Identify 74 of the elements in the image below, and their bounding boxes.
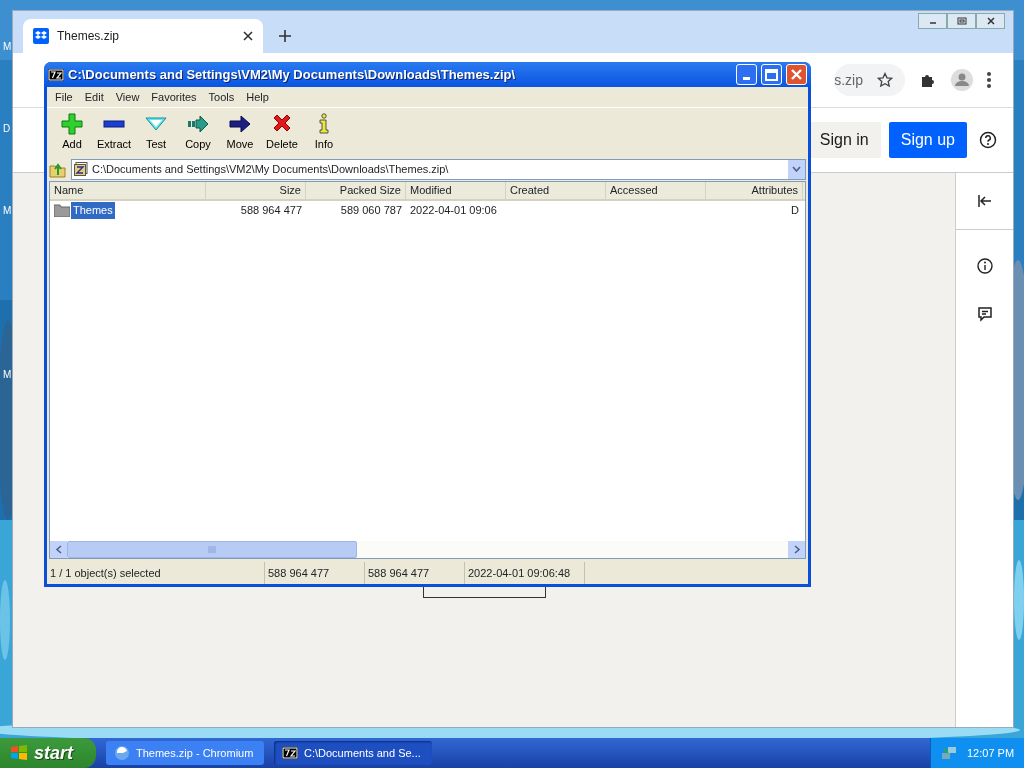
address-bar[interactable]: s.zip: [834, 64, 905, 96]
table-cell-text: 2022-04-01 09:06: [410, 203, 497, 219]
plus-icon: [61, 112, 83, 135]
menu-item[interactable]: Help: [240, 88, 275, 106]
desktop-icon-label: M: [3, 368, 12, 382]
swirl-icon: [114, 745, 130, 761]
column-header[interactable]: Accessed: [606, 182, 706, 199]
toolbar-button[interactable]: Add: [51, 112, 93, 153]
taskbar-button[interactable]: C:\Documents and Se...: [274, 741, 432, 765]
status-text: 2022-04-01 09:06:48: [468, 565, 571, 581]
column-header[interactable]: Packed Size: [306, 182, 406, 199]
restore-icon: [954, 16, 969, 26]
collapse-icon[interactable]: [976, 193, 993, 209]
desktop-icon-label: M: [3, 204, 12, 218]
box-logo-icon: [33, 28, 49, 44]
toolbar-button[interactable]: Delete: [261, 112, 303, 153]
column-header[interactable]: Attributes: [706, 182, 803, 199]
scrollbar[interactable]: [50, 541, 805, 558]
status-text: 588 964 477: [368, 565, 430, 581]
folder-icon: [54, 204, 70, 217]
column-header[interactable]: Size: [206, 182, 306, 199]
close-icon[interactable]: [243, 31, 253, 41]
dropdown-button[interactable]: [788, 159, 805, 179]
taskbar-button[interactable]: Themes.zip - Chromium: [106, 741, 264, 765]
table-cell-text: 588 964 477: [240, 203, 302, 219]
comment-icon[interactable]: [976, 306, 993, 322]
window-title: C:\Documents and Settings\VM2\My Documents\Downloads\Themes.zip\: [68, 65, 517, 84]
maximize-button[interactable]: [761, 64, 782, 85]
path-field[interactable]: C:\Documents and Settings\VM2\My Documents\Downloads\Themes.zip\: [71, 158, 806, 180]
help-icon[interactable]: [979, 131, 997, 149]
windows-flag-icon: [10, 744, 28, 762]
clock: 12:07 PM: [967, 745, 1015, 761]
status-text: 1 / 1 object(s) selected: [50, 565, 161, 581]
toolbar-button[interactable]: Extract: [93, 112, 135, 153]
toolbar-button[interactable]: Copy: [177, 112, 219, 153]
start-button[interactable]: start: [0, 738, 96, 768]
column-header[interactable]: Modified: [406, 182, 506, 199]
menu-item[interactable]: Tools: [202, 88, 241, 106]
menu-icon[interactable]: [987, 71, 991, 89]
toolbar-button[interactable]: Info: [303, 112, 345, 153]
desktop-icon-label: D: [3, 122, 11, 136]
table-cell-text: 589 060 787: [340, 203, 402, 219]
status-text: 588 964 477: [268, 565, 330, 581]
file-name[interactable]: Themes: [71, 202, 115, 219]
column-header[interactable]: Created: [506, 182, 606, 199]
app-icon: [48, 68, 64, 81]
tab-title: Themes.zip: [57, 28, 121, 45]
column-header[interactable]: Name: [50, 182, 206, 199]
path-text: C:\Documents and Settings\VM2\My Documents\Downloads\Themes.zip\: [92, 161, 449, 177]
browser-tab[interactable]: Themes.zip: [23, 19, 263, 53]
toolbar-button[interactable]: Test: [135, 112, 177, 153]
table-cell-text: D: [791, 203, 799, 219]
minimize-icon: [743, 77, 750, 80]
menu-item[interactable]: Edit: [78, 88, 110, 106]
close-button[interactable]: [976, 13, 1005, 29]
avatar-icon[interactable]: [951, 69, 973, 91]
new-tab-icon[interactable]: [279, 30, 291, 42]
network-icon: [941, 745, 957, 761]
close-icon: [791, 69, 802, 80]
address-text: s.zip: [834, 70, 863, 90]
minimize-button[interactable]: [918, 13, 947, 29]
toolbar-button[interactable]: Move: [219, 112, 261, 153]
sign-up-button[interactable]: Sign up: [888, 122, 967, 158]
star-icon[interactable]: [877, 72, 893, 88]
menu-item[interactable]: File: [49, 88, 79, 106]
caret-icon: [792, 166, 801, 172]
menu-item[interactable]: Favorites: [145, 88, 203, 106]
arrow-icon: [229, 112, 251, 135]
archive-icon: [74, 162, 88, 176]
maximize-icon: [765, 68, 778, 81]
app-icon: [282, 747, 298, 759]
desktop-icon-label: M: [3, 40, 12, 54]
info-icon[interactable]: [976, 258, 993, 274]
menu-item[interactable]: View: [109, 88, 146, 106]
